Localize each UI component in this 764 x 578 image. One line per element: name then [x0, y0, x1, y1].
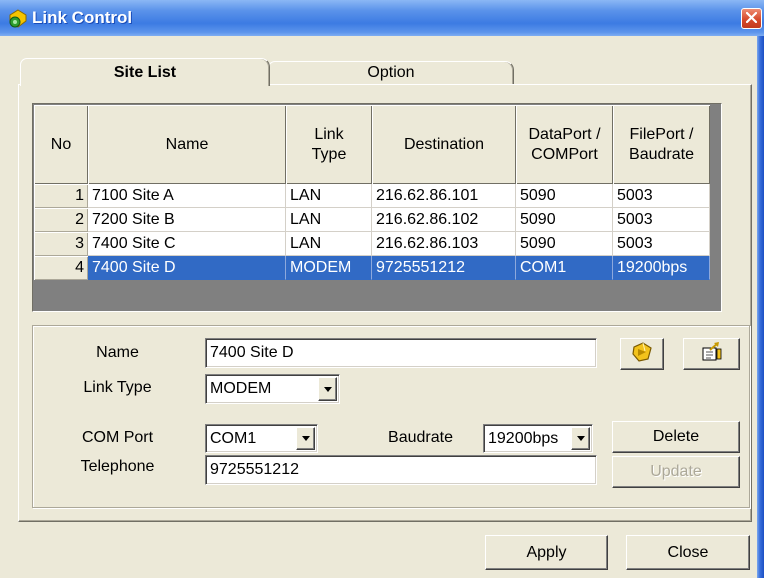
cell-destination: 216.62.86.102: [372, 208, 516, 232]
row-number[interactable]: 2: [34, 208, 88, 232]
column-header-link-type[interactable]: Link Type: [286, 105, 372, 184]
header-dataport-line2: COMPort: [531, 145, 598, 163]
cell-name: 7400 Site C: [88, 232, 286, 256]
chevron-down-icon: [323, 386, 332, 392]
connect-button[interactable]: [620, 338, 664, 370]
cell-dataport: COM1: [516, 256, 613, 280]
import-button[interactable]: [683, 338, 740, 370]
cell-fileport: 19200bps: [613, 256, 710, 280]
cell-fileport: 5003: [613, 208, 710, 232]
telephone-field[interactable]: 9725551212: [205, 455, 597, 485]
header-fileport-line1: FilePort /: [629, 125, 694, 143]
cell-destination: 9725551212: [372, 256, 516, 280]
cell-name: 7400 Site D: [88, 256, 286, 280]
column-header-fileport[interactable]: FilePort / Baudrate: [613, 105, 710, 184]
link-type-label: Link Type: [83, 379, 152, 396]
update-button[interactable]: Update: [612, 456, 740, 488]
cell-fileport: 5003: [613, 232, 710, 256]
cell-link-type: LAN: [286, 232, 372, 256]
header-link-type-line1: Link: [314, 125, 344, 143]
baudrate-dropdown-button[interactable]: [571, 427, 590, 450]
chevron-down-icon: [576, 436, 585, 441]
cell-name: 7200 Site B: [88, 208, 286, 232]
telephone-field-value: 9725551212: [210, 461, 299, 478]
row-number[interactable]: 4: [34, 256, 88, 280]
name-field[interactable]: 7400 Site D: [205, 338, 597, 368]
header-fileport-line2: Baudrate: [629, 145, 694, 163]
cell-destination: 216.62.86.101: [372, 184, 516, 208]
name-field-value: 7400 Site D: [210, 344, 294, 361]
link-type-select[interactable]: MODEM: [205, 374, 340, 404]
apply-button[interactable]: Apply: [485, 535, 608, 570]
connect-icon: [631, 341, 653, 368]
com-port-select-value: COM1: [210, 429, 257, 447]
import-icon: [700, 341, 724, 368]
tab-option-label: Option: [367, 64, 415, 81]
header-link-type-line2: Type: [311, 145, 347, 163]
cell-link-type: MODEM: [286, 256, 372, 280]
column-header-dataport[interactable]: DataPort / COMPort: [516, 105, 613, 184]
delete-button[interactable]: Delete: [612, 421, 740, 453]
link-type-dropdown-button[interactable]: [318, 377, 337, 401]
header-destination-label: Destination: [403, 135, 485, 153]
site-list-table: No Name Link Type Destination DataPort /…: [34, 105, 710, 280]
close-button[interactable]: Close: [626, 535, 750, 570]
link-control-app-icon: [8, 9, 28, 29]
window-title: Link Control: [32, 8, 133, 27]
title-bar: Link Control: [0, 0, 764, 36]
header-dataport-line1: DataPort /: [528, 125, 601, 143]
com-port-label: COM Port: [81, 429, 154, 446]
chevron-down-icon: [301, 436, 310, 441]
cell-link-type: LAN: [286, 184, 372, 208]
com-port-select[interactable]: COM1: [205, 424, 318, 453]
cell-dataport: 5090: [516, 208, 613, 232]
window-frame-right: [757, 36, 764, 578]
row-number[interactable]: 1: [34, 184, 88, 208]
cell-dataport: 5090: [516, 232, 613, 256]
tab-site-list-label: Site List: [113, 63, 177, 81]
column-header-name[interactable]: Name: [88, 105, 286, 184]
cell-dataport: 5090: [516, 184, 613, 208]
com-port-dropdown-button[interactable]: [296, 427, 315, 450]
tab-site-list[interactable]: Site List: [20, 58, 270, 86]
column-header-destination[interactable]: Destination: [372, 105, 516, 184]
baudrate-select[interactable]: 19200bps: [483, 424, 593, 453]
close-icon: [745, 10, 758, 28]
baudrate-select-value: 19200bps: [488, 429, 559, 447]
column-header-no[interactable]: No: [34, 105, 88, 184]
cell-link-type: LAN: [286, 208, 372, 232]
tab-option[interactable]: Option: [268, 61, 514, 84]
cell-destination: 216.62.86.103: [372, 232, 516, 256]
name-label: Name: [96, 344, 139, 361]
baudrate-label: Baudrate: [388, 429, 453, 446]
link-type-select-value: MODEM: [210, 380, 272, 397]
cell-name: 7100 Site A: [88, 184, 286, 208]
header-name-label: Name: [165, 135, 209, 153]
telephone-label: Telephone: [80, 458, 155, 475]
header-no-label: No: [50, 135, 72, 153]
row-number[interactable]: 3: [34, 232, 88, 256]
close-window-button[interactable]: [741, 8, 762, 29]
cell-fileport: 5003: [613, 184, 710, 208]
